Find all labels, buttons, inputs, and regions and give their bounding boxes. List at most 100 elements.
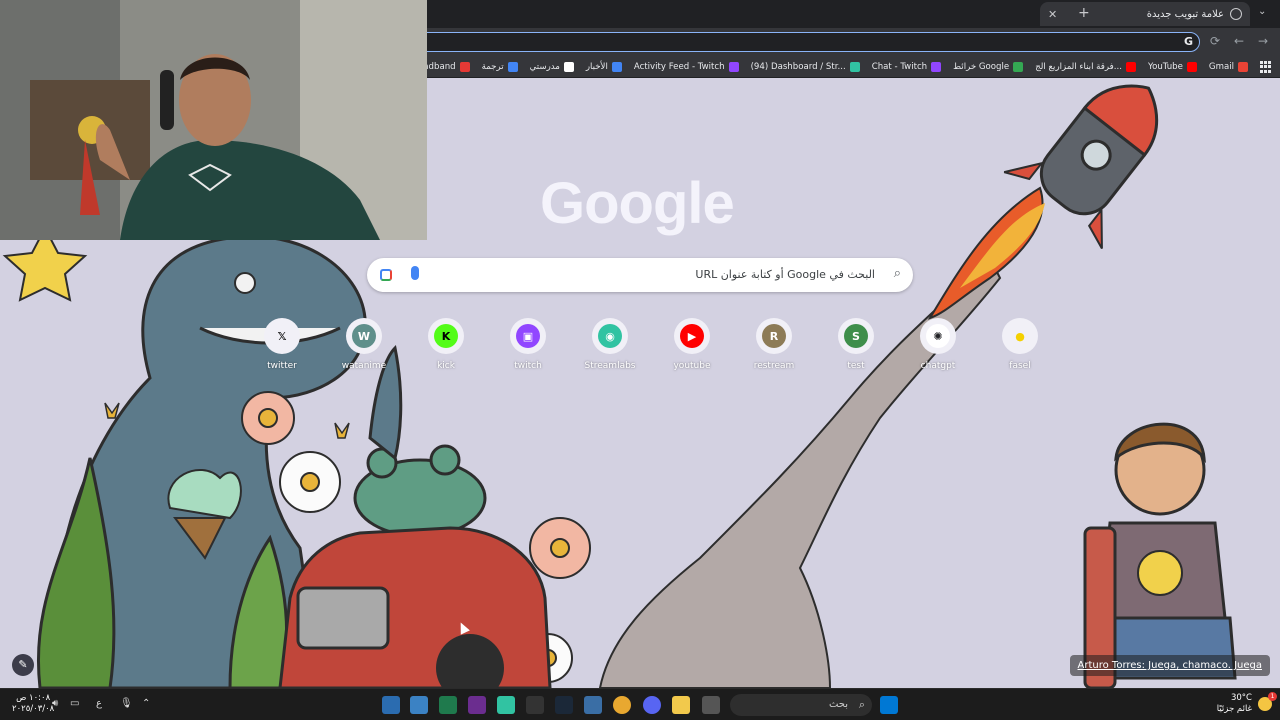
tab-search-icon[interactable]: ⌄: [1258, 6, 1266, 17]
address-bar[interactable]: G: [380, 32, 1200, 52]
bookmark-label: فرقة ابناء المزاريع الج...: [1035, 62, 1122, 72]
file-explorer-icon[interactable]: [672, 696, 690, 714]
microphone-icon[interactable]: 🎙︎: [120, 698, 133, 709]
youtube-icon: ▶: [680, 324, 704, 348]
weather-temp: 30°C: [1230, 693, 1252, 703]
translate-icon: [507, 62, 518, 72]
shortcut-tile[interactable]: ◉: [592, 318, 628, 354]
bookmark-item[interactable]: Activity Feed - Twitch: [634, 62, 739, 72]
bookmark-item[interactable]: Gmail: [1209, 62, 1248, 72]
bookmark-label: YouTube: [1147, 62, 1183, 72]
webcam-overlay: [0, 0, 427, 240]
volume-icon[interactable]: 🔊︎: [52, 698, 58, 709]
shortcut-test[interactable]: Stest: [820, 318, 892, 371]
shortcut-tile[interactable]: ▶: [674, 318, 710, 354]
back-button[interactable]: ←: [1234, 34, 1244, 48]
shortcut-tile[interactable]: W: [346, 318, 382, 354]
shortcut-tile[interactable]: 𝕏: [264, 318, 300, 354]
reload-button[interactable]: ⟳: [1210, 34, 1220, 48]
news-icon: [611, 62, 622, 72]
streamlabs-taskbar-icon[interactable]: [497, 696, 515, 714]
shield-app-icon[interactable]: [410, 696, 428, 714]
twitch-icon: [931, 62, 942, 72]
shortcut-watanime[interactable]: Wwatanime: [328, 318, 400, 371]
apps-grid-icon[interactable]: [1260, 61, 1272, 73]
taskbar-app-window-icon[interactable]: [702, 696, 720, 714]
chrome-taskbar-icon[interactable]: [613, 696, 631, 714]
voice-search-icon[interactable]: [411, 266, 419, 280]
bookmark-label: مدرستي: [529, 62, 560, 72]
google-lens-icon[interactable]: [380, 269, 392, 281]
notification-badge[interactable]: 1: [1268, 692, 1277, 701]
taskbar-clock[interactable]: ١٠:٠٨ ص ٢٠٢٥/٠٣/٠٨: [12, 693, 54, 715]
shortcut-tile[interactable]: K: [428, 318, 464, 354]
input-language[interactable]: ع: [96, 698, 102, 709]
bookmark-label: Gmail: [1208, 62, 1234, 72]
background-credit-link[interactable]: Arturo Torres: Juega, chamaco. Juega: [1069, 655, 1270, 676]
shortcut-streamlabs[interactable]: ◉ Streamlabs: [574, 318, 646, 371]
youtube-icon: [1125, 62, 1136, 72]
network-icon[interactable]: ▭: [70, 698, 79, 709]
streamlabs-icon: [849, 62, 860, 72]
youtube-icon: [1186, 62, 1197, 72]
discord-icon[interactable]: [643, 696, 661, 714]
shortcut-tile[interactable]: R: [756, 318, 792, 354]
next-app-icon[interactable]: [468, 696, 486, 714]
bookmark-item[interactable]: (94) Dashboard / Str...: [751, 62, 860, 72]
shortcut-twitch[interactable]: ▣ twitch: [492, 318, 564, 371]
shortcut-tile[interactable]: ✺: [920, 318, 956, 354]
bookmark-item[interactable]: فرقة ابناء المزاريع الج...: [1035, 62, 1136, 72]
forward-button[interactable]: →: [1258, 34, 1268, 48]
bookmark-label: Activity Feed - Twitch: [633, 62, 725, 72]
search-placeholder: البحث في Google أو كتابة عنوان URL: [695, 268, 875, 281]
taskbar-search-label: بحث: [828, 699, 848, 710]
epic-games-icon[interactable]: [526, 696, 544, 714]
chatgpt-icon: ✺: [926, 324, 950, 348]
start-windows-icon[interactable]: [880, 696, 898, 714]
letter-s-icon: S: [844, 324, 868, 348]
shortcut-tile[interactable]: ●: [1002, 318, 1038, 354]
bookmark-item[interactable]: YouTube: [1148, 62, 1197, 72]
shortcut-chatgpt[interactable]: ✺ chatgpt: [902, 318, 974, 371]
steam-icon[interactable]: [555, 696, 573, 714]
weather-widget[interactable]: 30°C غائم جزئيًا: [1217, 693, 1252, 715]
taskbar-search[interactable]: بحث ⌕: [730, 694, 872, 716]
webcam-person: [0, 0, 427, 240]
ntp-search-box[interactable]: البحث في Google أو كتابة عنوان URL ⌕: [367, 258, 913, 292]
shortcut-fasel[interactable]: ● fasel: [984, 318, 1056, 371]
bookmark-item[interactable]: مدرستي: [530, 62, 574, 72]
bookmark-item[interactable]: الأخبار: [586, 62, 622, 72]
streamlabs-icon: ◉: [598, 324, 622, 348]
shortcut-twitter[interactable]: 𝕏twitter: [246, 318, 318, 371]
bookmark-item[interactable]: خرائط Google: [953, 62, 1024, 72]
shortcut-youtube[interactable]: ▶ youtube: [656, 318, 728, 371]
shortcut-tile[interactable]: S: [838, 318, 874, 354]
shortcut-kick[interactable]: Kkick: [410, 318, 482, 371]
taskbar-app-1-icon[interactable]: [382, 696, 400, 714]
screen: Google البحث في Google أو كتابة عنوان UR…: [0, 0, 1280, 720]
clock-time: ١٠:٠٨ ص: [16, 693, 51, 703]
windows-taskbar: ١٠:٠٨ ص ٢٠٢٥/٠٣/٠٨ 🔊︎ ▭ ع 🎙︎ ⌃ بحث ⌕ 30°…: [0, 688, 1280, 720]
bookmark-item[interactable]: Chat - Twitch: [872, 62, 942, 72]
twitch-icon: ▣: [516, 324, 540, 348]
shortcut-restream[interactable]: Rrestream: [738, 318, 810, 371]
bookmark-item[interactable]: ترجمة: [482, 62, 518, 72]
shortcut-label: Streamlabs: [584, 361, 636, 371]
tab-close-icon[interactable]: ✕: [1048, 8, 1057, 21]
fasel-icon: ●: [1008, 324, 1032, 348]
chrome-favicon: [1230, 8, 1242, 20]
new-tab-button[interactable]: +: [1078, 5, 1090, 21]
shortcut-label: twitter: [267, 361, 297, 371]
show-hidden-icons-chevron[interactable]: ⌃: [142, 698, 150, 709]
twitch-icon: [728, 62, 739, 72]
customize-pencil-icon[interactable]: ✎: [12, 654, 34, 676]
active-tab[interactable]: علامة تبويب جديدة ✕: [1040, 2, 1250, 26]
bookmark-label: الأخبار: [585, 62, 608, 72]
excel-icon[interactable]: [439, 696, 457, 714]
search-icon: ⌕: [893, 266, 901, 281]
shortcut-label: watanime: [341, 361, 387, 371]
shortcut-label: chatgpt: [920, 361, 956, 371]
store-icon[interactable]: [584, 696, 602, 714]
broadband-icon: [459, 62, 470, 72]
shortcut-tile[interactable]: ▣: [510, 318, 546, 354]
